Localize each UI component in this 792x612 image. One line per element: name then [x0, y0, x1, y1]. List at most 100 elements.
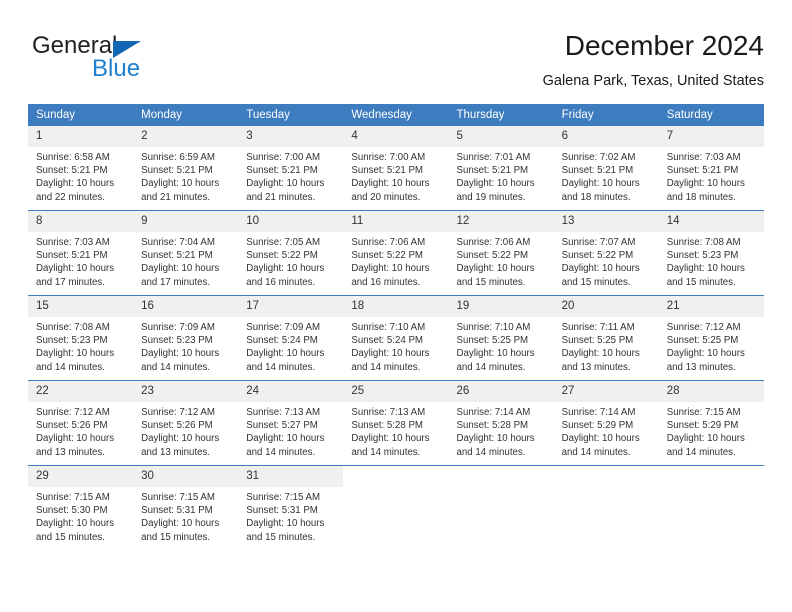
sunrise-text: Sunrise: 7:15 AM: [141, 492, 215, 503]
daylight-text-line1: Daylight: 10 hours: [246, 348, 325, 360]
day-cell[interactable]: 16 Sunrise: 7:09 AM Sunset: 5:23 PM Dayl…: [133, 295, 239, 381]
daylight-text-line2: and 20 minutes.: [351, 191, 421, 203]
daylight-text-line1: Daylight: 10 hours: [561, 263, 640, 275]
daylight-text-line1: Daylight: 10 hours: [351, 178, 430, 190]
daylight-text-line2: and 16 minutes.: [351, 276, 421, 288]
day-cell[interactable]: 26 Sunrise: 7:14 AM Sunset: 5:28 PM Dayl…: [448, 380, 554, 466]
day-cell[interactable]: 21 Sunrise: 7:12 AM Sunset: 5:25 PM Dayl…: [658, 295, 764, 381]
daylight-text-line1: Daylight: 10 hours: [666, 263, 745, 275]
daylight-text-line1: Daylight: 10 hours: [246, 178, 325, 190]
day-details: Sunrise: 7:01 AM Sunset: 5:21 PM Dayligh…: [449, 147, 554, 204]
day-cell-empty: [553, 465, 659, 550]
day-cell[interactable]: 30 Sunrise: 7:15 AM Sunset: 5:31 PM Dayl…: [133, 465, 239, 550]
day-cell[interactable]: 17 Sunrise: 7:09 AM Sunset: 5:24 PM Dayl…: [238, 295, 344, 381]
day-number: 17: [238, 296, 344, 317]
day-number: 22: [28, 381, 134, 402]
sunrise-text: Sunrise: 7:10 AM: [456, 322, 531, 333]
day-cell-empty: [448, 465, 554, 550]
day-cell[interactable]: 2 Sunrise: 6:59 AM Sunset: 5:21 PM Dayli…: [133, 126, 239, 211]
day-number: 26: [448, 381, 554, 402]
sunrise-text: Sunrise: 7:15 AM: [666, 407, 741, 418]
sunset-text: Sunset: 5:23 PM: [141, 335, 213, 347]
week-row: 1 Sunrise: 6:58 AM Sunset: 5:21 PM Dayli…: [28, 126, 764, 211]
day-number: 9: [133, 211, 239, 232]
day-number: 27: [553, 381, 659, 402]
day-details: Sunrise: 7:08 AM Sunset: 5:23 PM Dayligh…: [28, 317, 133, 374]
day-cell[interactable]: 9 Sunrise: 7:04 AM Sunset: 5:21 PM Dayli…: [133, 210, 239, 296]
daylight-text-line2: and 21 minutes.: [246, 191, 316, 203]
sunrise-text: Sunrise: 7:12 AM: [36, 407, 110, 418]
day-cell[interactable]: 13 Sunrise: 7:07 AM Sunset: 5:22 PM Dayl…: [553, 210, 659, 296]
daylight-text-line1: Daylight: 10 hours: [561, 433, 640, 445]
day-cell[interactable]: 19 Sunrise: 7:10 AM Sunset: 5:25 PM Dayl…: [448, 295, 554, 381]
daylight-text-line1: Daylight: 10 hours: [351, 433, 430, 445]
logo-text-blue: Blue: [92, 55, 141, 82]
page-title: December 2024: [564, 30, 764, 61]
day-cell[interactable]: 10 Sunrise: 7:05 AM Sunset: 5:22 PM Dayl…: [238, 210, 344, 296]
day-number: [659, 466, 764, 487]
week-row: 22 Sunrise: 7:12 AM Sunset: 5:26 PM Dayl…: [28, 380, 764, 466]
day-cell[interactable]: 15 Sunrise: 7:08 AM Sunset: 5:23 PM Dayl…: [28, 295, 134, 381]
day-number: 15: [28, 296, 134, 317]
day-cell[interactable]: 18 Sunrise: 7:10 AM Sunset: 5:24 PM Dayl…: [343, 295, 449, 381]
daylight-text-line2: and 15 minutes.: [456, 276, 526, 288]
day-cell[interactable]: 14 Sunrise: 7:08 AM Sunset: 5:23 PM Dayl…: [658, 210, 764, 296]
day-cell[interactable]: 31 Sunrise: 7:15 AM Sunset: 5:31 PM Dayl…: [238, 465, 344, 550]
day-cell[interactable]: 7 Sunrise: 7:03 AM Sunset: 5:21 PM Dayli…: [658, 126, 764, 211]
daylight-text-line2: and 13 minutes.: [141, 446, 211, 458]
day-cell[interactable]: 12 Sunrise: 7:06 AM Sunset: 5:22 PM Dayl…: [448, 210, 554, 296]
day-cell[interactable]: 24 Sunrise: 7:13 AM Sunset: 5:27 PM Dayl…: [238, 380, 344, 466]
sunrise-text: Sunrise: 7:00 AM: [351, 152, 426, 163]
sunset-text: Sunset: 5:22 PM: [246, 250, 318, 262]
day-cell[interactable]: 20 Sunrise: 7:11 AM Sunset: 5:25 PM Dayl…: [553, 295, 659, 381]
daylight-text-line1: Daylight: 10 hours: [666, 348, 745, 360]
sunrise-text: Sunrise: 7:06 AM: [351, 237, 426, 248]
day-cell[interactable]: 23 Sunrise: 7:12 AM Sunset: 5:26 PM Dayl…: [133, 380, 239, 466]
day-number: 1: [28, 126, 134, 147]
day-number: 8: [28, 211, 134, 232]
sunrise-text: Sunrise: 7:03 AM: [666, 152, 741, 163]
day-cell[interactable]: 25 Sunrise: 7:13 AM Sunset: 5:28 PM Dayl…: [343, 380, 449, 466]
day-details: Sunrise: 7:15 AM Sunset: 5:29 PM Dayligh…: [659, 402, 764, 459]
day-number: [449, 466, 554, 487]
day-cell[interactable]: 5 Sunrise: 7:01 AM Sunset: 5:21 PM Dayli…: [448, 126, 554, 211]
day-details: Sunrise: 7:13 AM Sunset: 5:28 PM Dayligh…: [343, 402, 448, 459]
day-details: Sunrise: 7:15 AM Sunset: 5:31 PM Dayligh…: [238, 487, 343, 544]
sunset-text: Sunset: 5:25 PM: [456, 335, 529, 347]
day-details: Sunrise: 7:10 AM Sunset: 5:25 PM Dayligh…: [449, 317, 554, 374]
weekday-header-wednesday: Wednesday: [343, 104, 449, 126]
day-cell[interactable]: 22 Sunrise: 7:12 AM Sunset: 5:26 PM Dayl…: [28, 380, 134, 466]
daylight-text-line2: and 14 minutes.: [246, 361, 316, 373]
weekday-header-row: Sunday Monday Tuesday Wednesday Thursday…: [28, 104, 764, 126]
day-number: 30: [133, 466, 239, 487]
day-details: Sunrise: 7:03 AM Sunset: 5:21 PM Dayligh…: [28, 232, 133, 289]
sunrise-text: Sunrise: 7:08 AM: [666, 237, 741, 248]
day-cell[interactable]: 27 Sunrise: 7:14 AM Sunset: 5:29 PM Dayl…: [553, 380, 659, 466]
weekday-header-sunday: Sunday: [28, 104, 134, 126]
day-number: 5: [448, 126, 554, 147]
daylight-text-line2: and 14 minutes.: [561, 446, 631, 458]
daylight-text-line2: and 14 minutes.: [351, 446, 421, 458]
sunset-text: Sunset: 5:22 PM: [351, 250, 423, 262]
day-cell[interactable]: 29 Sunrise: 7:15 AM Sunset: 5:30 PM Dayl…: [28, 465, 134, 550]
day-cell[interactable]: 6 Sunrise: 7:02 AM Sunset: 5:21 PM Dayli…: [553, 126, 659, 211]
day-cell[interactable]: 1 Sunrise: 6:58 AM Sunset: 5:21 PM Dayli…: [28, 126, 134, 211]
day-details: Sunrise: 6:59 AM Sunset: 5:21 PM Dayligh…: [133, 147, 238, 204]
day-details: Sunrise: 7:06 AM Sunset: 5:22 PM Dayligh…: [343, 232, 448, 289]
day-number: 2: [133, 126, 239, 147]
day-number: 25: [343, 381, 449, 402]
day-cell[interactable]: 8 Sunrise: 7:03 AM Sunset: 5:21 PM Dayli…: [28, 210, 134, 296]
day-cell[interactable]: 11 Sunrise: 7:06 AM Sunset: 5:22 PM Dayl…: [343, 210, 449, 296]
daylight-text-line2: and 14 minutes.: [246, 446, 316, 458]
sunset-text: Sunset: 5:23 PM: [666, 250, 739, 262]
sunset-text: Sunset: 5:21 PM: [141, 250, 213, 262]
day-cell[interactable]: 3 Sunrise: 7:00 AM Sunset: 5:21 PM Dayli…: [238, 126, 344, 211]
daylight-text-line1: Daylight: 10 hours: [561, 348, 640, 360]
general-blue-logo[interactable]: General Blue: [32, 32, 212, 94]
day-details: Sunrise: 7:12 AM Sunset: 5:26 PM Dayligh…: [133, 402, 238, 459]
day-cell[interactable]: 4 Sunrise: 7:00 AM Sunset: 5:21 PM Dayli…: [343, 126, 449, 211]
sunrise-text: Sunrise: 7:03 AM: [36, 237, 110, 248]
sunset-text: Sunset: 5:21 PM: [456, 165, 529, 177]
day-cell[interactable]: 28 Sunrise: 7:15 AM Sunset: 5:29 PM Dayl…: [658, 380, 764, 466]
daylight-text-line2: and 14 minutes.: [456, 446, 526, 458]
